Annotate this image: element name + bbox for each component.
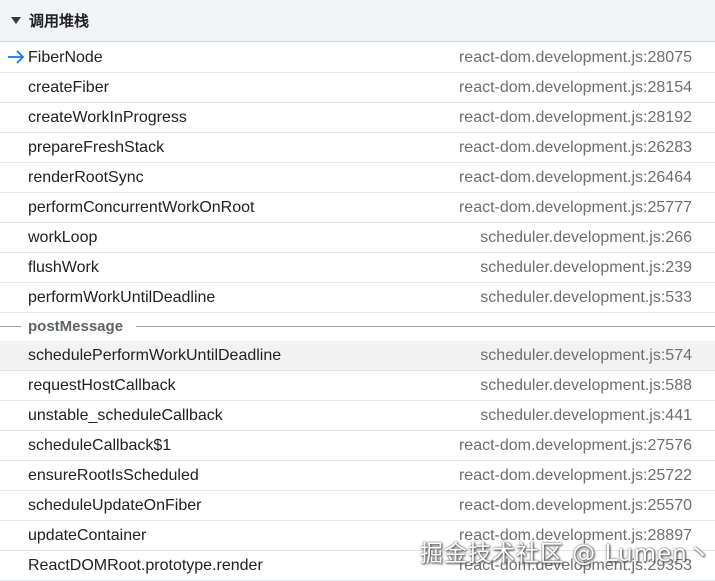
- frame-function-name: performWorkUntilDeadline: [28, 288, 216, 306]
- call-frame-row[interactable]: renderRootSync react-dom.development.js:2…: [0, 163, 715, 193]
- call-frame-row[interactable]: ensureRootIsScheduled react-dom.developme…: [0, 461, 715, 491]
- frame-source-link[interactable]: react-dom.development.js:25722: [459, 467, 692, 485]
- separator-line-left: [0, 326, 21, 327]
- frame-function-name: scheduleUpdateOnFiber: [28, 496, 202, 514]
- frame-function-name: renderRootSync: [28, 168, 144, 186]
- call-frame-row[interactable]: FiberNode react-dom.development.js:28075: [0, 43, 715, 73]
- frame-source-link[interactable]: react-dom.development.js:27576: [459, 437, 692, 455]
- frame-source-link[interactable]: scheduler.development.js:574: [480, 347, 692, 365]
- frame-source-link[interactable]: scheduler.development.js:588: [480, 377, 692, 395]
- frame-source-link[interactable]: react-dom.development.js:26464: [459, 169, 692, 187]
- frame-source-link[interactable]: react-dom.development.js:28075: [459, 49, 692, 67]
- triangle-down-icon[interactable]: [11, 17, 21, 24]
- call-frame-row[interactable]: schedulePerformWorkUntilDeadline schedule…: [0, 341, 715, 371]
- frame-function-name: updateContainer: [28, 526, 147, 544]
- frame-source-link[interactable]: scheduler.development.js:266: [480, 229, 692, 247]
- call-frame-row[interactable]: unstable_scheduleCallback scheduler.devel…: [0, 401, 715, 431]
- call-stack-header[interactable]: 调用堆栈: [0, 0, 715, 42]
- frame-function-name: scheduleCallback$1: [28, 436, 172, 454]
- async-separator-label: postMessage: [28, 317, 124, 335]
- call-frame-row[interactable]: prepareFreshStack react-dom.development.j…: [0, 133, 715, 163]
- frame-source-link[interactable]: react-dom.development.js:28192: [459, 109, 692, 127]
- frame-function-name: createWorkInProgress: [28, 108, 187, 126]
- frame-function-name: ReactDOMRoot.prototype.render: [28, 556, 263, 574]
- call-frame-row[interactable]: scheduleCallback$1 react-dom.development.…: [0, 431, 715, 461]
- call-frame-row[interactable]: createWorkInProgress react-dom.developmen…: [0, 103, 715, 133]
- separator-line-right: [136, 326, 715, 327]
- call-frame-row[interactable]: createFiber react-dom.development.js:2815…: [0, 73, 715, 103]
- call-frame-row[interactable]: performWorkUntilDeadline scheduler.develo…: [0, 283, 715, 313]
- frame-source-link[interactable]: scheduler.development.js:533: [480, 289, 692, 307]
- arrow-right-icon: [8, 50, 25, 64]
- frame-source-link[interactable]: react-dom.development.js:25570: [459, 497, 692, 515]
- frame-function-name: schedulePerformWorkUntilDeadline: [28, 346, 282, 364]
- frame-source-link[interactable]: scheduler.development.js:239: [480, 259, 692, 277]
- frame-function-name: unstable_scheduleCallback: [28, 406, 223, 424]
- frame-source-link[interactable]: react-dom.development.js:25777: [459, 199, 692, 217]
- frame-function-name: ensureRootIsScheduled: [28, 466, 199, 484]
- frame-function-name: requestHostCallback: [28, 376, 176, 394]
- watermark-text: 掘金技术社区 @ Lumen丶: [420, 541, 712, 567]
- call-frame-row[interactable]: scheduleUpdateOnFiber react-dom.developme…: [0, 491, 715, 521]
- frame-source-link[interactable]: react-dom.development.js:26283: [459, 139, 692, 157]
- panel-title: 调用堆栈: [29, 12, 90, 30]
- frame-function-name: workLoop: [28, 228, 98, 246]
- frame-function-name: flushWork: [28, 258, 99, 276]
- async-separator: postMessage: [0, 312, 715, 340]
- call-frame-row[interactable]: requestHostCallback scheduler.development…: [0, 371, 715, 401]
- call-frame-row[interactable]: flushWork scheduler.development.js:239: [0, 253, 715, 283]
- frame-function-name: createFiber: [28, 78, 109, 96]
- frame-function-name: FiberNode: [28, 48, 103, 66]
- call-frame-row[interactable]: workLoop scheduler.development.js:266: [0, 223, 715, 253]
- call-frame-row[interactable]: performConcurrentWorkOnRoot react-dom.dev…: [0, 193, 715, 223]
- frame-source-link[interactable]: scheduler.development.js:441: [480, 407, 692, 425]
- frame-function-name: prepareFreshStack: [28, 138, 165, 156]
- frame-source-link[interactable]: react-dom.development.js:28154: [459, 79, 692, 97]
- frame-function-name: performConcurrentWorkOnRoot: [28, 198, 255, 216]
